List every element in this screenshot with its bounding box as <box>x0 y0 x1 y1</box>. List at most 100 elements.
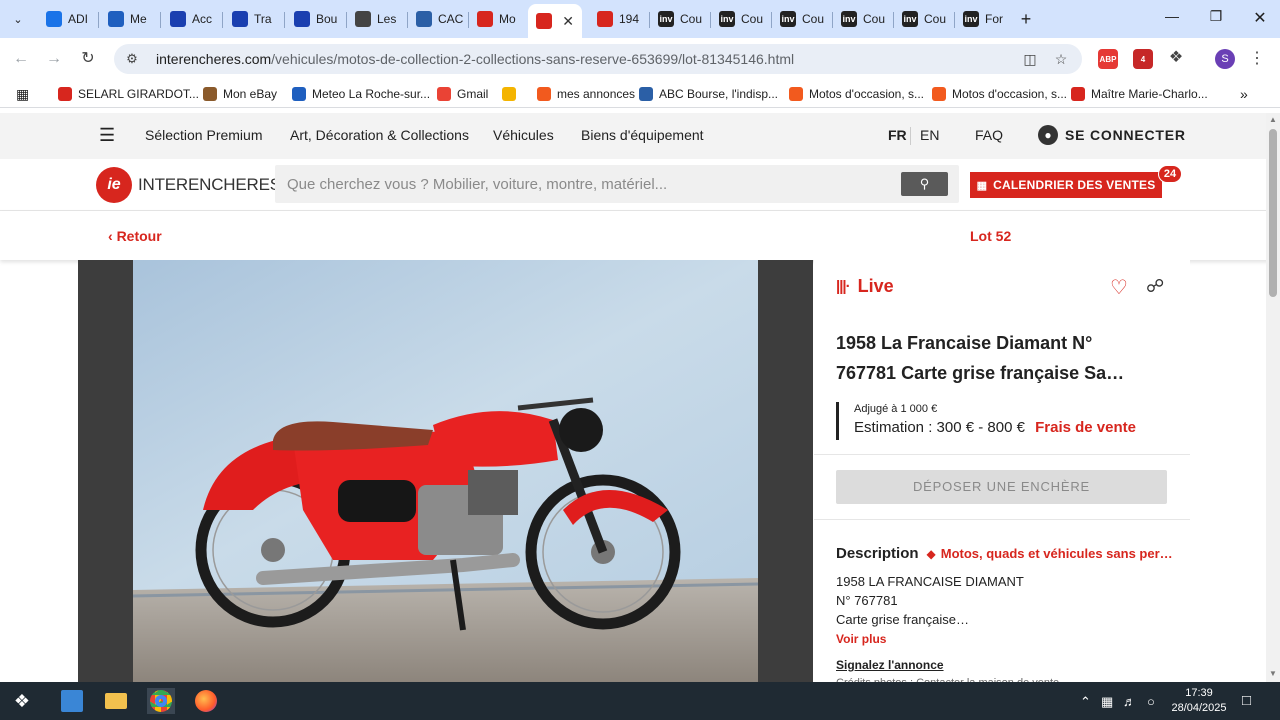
wifi-icon[interactable]: ○ <box>1147 694 1155 709</box>
windows-start-icon[interactable]: ❖ <box>8 688 36 714</box>
share-icon[interactable]: ☍ <box>1146 276 1164 297</box>
browser-menu-icon[interactable]: ⋮ <box>1248 51 1266 67</box>
notifications-icon[interactable]: □ <box>1242 692 1251 709</box>
browser-tab[interactable]: Bou <box>286 4 347 34</box>
site-info-icon[interactable]: ⚙ <box>124 51 140 67</box>
tray-chevron-icon[interactable]: ⌃ <box>1080 694 1091 710</box>
bookmark-item[interactable]: Meteo La Roche-sur... <box>292 86 430 102</box>
back-button[interactable]: ← <box>9 47 33 71</box>
close-window-button[interactable]: ✕ <box>1248 8 1272 30</box>
browser-tab[interactable]: Les <box>347 4 408 34</box>
reload-button[interactable]: ↻ <box>76 47 100 71</box>
adblock-extension-icon[interactable]: ABP <box>1098 49 1118 69</box>
minimize-button[interactable]: — <box>1160 8 1184 30</box>
windows-taskbar: ❖ ⌃ ▦ ♬ ○ 17:39 28/04/2025 □ <box>0 682 1280 720</box>
scroll-down-icon[interactable]: ▼ <box>1269 669 1277 678</box>
page-scrollbar[interactable]: ▲ ▼ <box>1266 113 1280 682</box>
lang-fr[interactable]: FR <box>888 127 907 143</box>
bookmark-favicon-icon <box>292 87 306 101</box>
more-bookmarks-icon[interactable]: » <box>1240 86 1248 102</box>
close-tab-icon[interactable]: ✕ <box>562 13 574 30</box>
bookmark-item[interactable]: Mon eBay <box>203 86 277 102</box>
motorcycle-photo[interactable] <box>133 260 758 682</box>
install-app-icon[interactable]: ◫ <box>1021 51 1039 67</box>
extensions-puzzle-icon[interactable]: ❖ <box>1167 50 1185 66</box>
price-box: Adjugé à 1 000 € Estimation : 300 € - 80… <box>836 402 1136 440</box>
divider <box>814 454 1190 455</box>
bookmark-star-icon[interactable]: ☆ <box>1052 51 1070 67</box>
browser-tab[interactable]: inv Cou <box>650 4 711 34</box>
bookmark-item[interactable] <box>502 86 522 102</box>
chrome-icon[interactable] <box>147 688 175 714</box>
browser-tab[interactable]: inv For <box>955 4 1016 34</box>
bookmark-item[interactable]: Maître Marie-Charlo... <box>1071 86 1208 102</box>
nav-selection-premium[interactable]: Sélection Premium <box>145 127 263 143</box>
search-button[interactable]: ⚲ <box>901 172 948 196</box>
restore-button[interactable]: ❐ <box>1204 8 1228 30</box>
new-tab-button[interactable]: + <box>1016 9 1036 29</box>
bookmark-label: Mon eBay <box>223 87 278 101</box>
tab-title: Acc <box>192 12 213 26</box>
browser-tab[interactable]: inv Cou <box>894 4 955 34</box>
lot-number: Lot 52 <box>970 228 1012 244</box>
browser-tab[interactable]: Me <box>100 4 161 34</box>
bookmark-item[interactable]: mes annonces <box>537 86 635 102</box>
search-icon: ⚲ <box>919 176 930 191</box>
photo-viewer <box>78 260 813 682</box>
nav-art-decoration[interactable]: Art, Décoration & Collections <box>290 127 469 143</box>
bookmark-item[interactable]: ABC Bourse, l'indisp... <box>639 86 778 102</box>
browser-tab[interactable]: inv Cou <box>833 4 894 34</box>
faq-link[interactable]: FAQ <box>975 127 1003 143</box>
address-bar[interactable]: ⚙ interencheres.com/vehicules/motos-de-c… <box>114 44 1082 74</box>
bookmark-item[interactable]: SELARL GIRARDOT... <box>58 86 199 102</box>
place-bid-button[interactable]: DÉPOSER UNE ENCHÈRE <box>836 470 1167 504</box>
scroll-thumb[interactable] <box>1269 129 1277 297</box>
calendar-button[interactable]: ▦ CALENDRIER DES VENTES <box>970 172 1162 198</box>
tab-title: CAC <box>438 12 464 26</box>
bookmark-label: Motos d'occasion, s... <box>952 87 1068 101</box>
login-button[interactable]: ● SE CONNECTER <box>1038 125 1186 145</box>
list-icon <box>46 11 62 27</box>
live-label: Live <box>857 276 894 296</box>
scroll-up-icon[interactable]: ▲ <box>1269 115 1277 124</box>
browser-tab[interactable]: 194 <box>589 4 650 34</box>
file-explorer-icon[interactable] <box>102 688 130 714</box>
bookmark-favicon-icon <box>789 87 803 101</box>
browser-tab[interactable]: CAC <box>408 4 469 34</box>
system-clock[interactable]: 17:39 28/04/2025 <box>1170 686 1228 716</box>
tab-search-button[interactable]: ⌄ <box>6 7 30 31</box>
category-link[interactable]: Motos, quads et véhicules sans per… <box>941 546 1173 561</box>
profile-avatar[interactable]: S <box>1215 49 1235 69</box>
volume-icon[interactable]: ♬ <box>1123 694 1136 709</box>
url-host: interencheres.com <box>156 51 272 67</box>
nav-biens-equipement[interactable]: Biens d'équipement <box>581 127 704 143</box>
bookmark-favicon-icon <box>932 87 946 101</box>
extension-shield-icon[interactable]: 4 <box>1133 49 1153 69</box>
browser-tab[interactable]: Mo <box>469 4 530 34</box>
report-link[interactable]: Signalez l'annonce <box>836 658 944 672</box>
browser-tab[interactable]: ADI <box>38 4 99 34</box>
search-input[interactable]: Que cherchez vous ? Mobilier, voiture, m… <box>287 176 667 193</box>
adblock-label: ABP <box>1099 54 1117 64</box>
apps-grid-icon[interactable]: ▦ <box>16 86 29 102</box>
nav-vehicules[interactable]: Véhicules <box>493 127 554 143</box>
browser-tab[interactable]: inv Cou <box>772 4 833 34</box>
heart-icon[interactable]: ♡ <box>1110 275 1128 300</box>
browser-tab[interactable]: inv Cou <box>711 4 772 34</box>
browser-tab[interactable]: Tra <box>224 4 285 34</box>
battery-icon[interactable]: ▦ <box>1101 694 1113 710</box>
voir-plus-link[interactable]: Voir plus <box>836 632 886 646</box>
taskbar-app-icon[interactable] <box>58 688 86 714</box>
back-link[interactable]: ‹ Retour <box>108 228 162 244</box>
browser-tab[interactable]: Acc <box>162 4 223 34</box>
forward-button[interactable]: → <box>42 47 66 71</box>
frais-de-vente-link[interactable]: Frais de vente <box>1035 419 1136 436</box>
tab-active[interactable]: ✕ <box>528 4 582 38</box>
bookmark-item[interactable]: Motos d'occasion, s... <box>932 86 1067 102</box>
bookmark-item[interactable]: Motos d'occasion, s... <box>789 86 924 102</box>
hamburger-menu-icon[interactable]: ☰ <box>99 125 115 146</box>
lang-en[interactable]: EN <box>920 127 939 143</box>
bookmark-item[interactable]: Gmail <box>437 86 488 102</box>
interencheres-logo[interactable]: ie INTERENCHERES <box>96 167 281 203</box>
firefox-icon[interactable] <box>192 688 220 714</box>
